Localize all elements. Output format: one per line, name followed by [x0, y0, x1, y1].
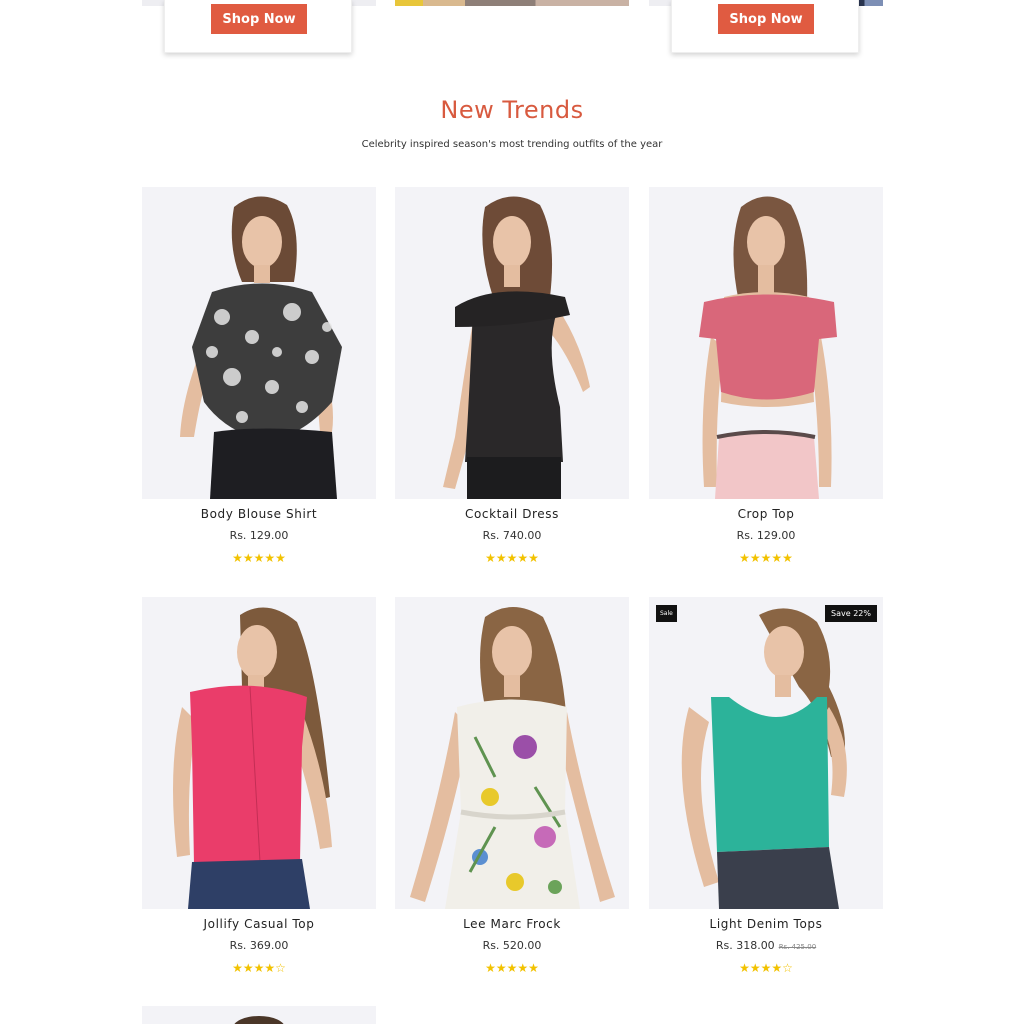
- product-image[interactable]: [142, 597, 376, 909]
- product-image[interactable]: Sale Save 22%: [649, 597, 883, 909]
- product-card[interactable]: Lee Marc Frock Rs. 520.00 ★★★★★: [395, 597, 629, 975]
- sale-badge: Sale: [656, 605, 677, 622]
- star-rating: ★★★★★: [739, 551, 793, 565]
- product-name[interactable]: Crop Top: [649, 507, 883, 521]
- product-card[interactable]: Jollify Casual Top Rs. 369.00 ★★★★☆: [142, 597, 376, 975]
- product-card[interactable]: Sale Save 22% Light Denim Tops Rs. 318.0…: [649, 597, 883, 975]
- model-photo: [173, 607, 332, 909]
- product-image[interactable]: [142, 1006, 376, 1024]
- original-price: Rs. 425.00: [778, 943, 817, 951]
- product-price-group: Rs. 318.00 Rs. 425.00: [649, 939, 883, 952]
- section-subtitle: Celebrity inspired season's most trendin…: [361, 139, 663, 150]
- shop-now-button[interactable]: Shop Now: [211, 4, 307, 34]
- star-rating: ★★★★☆: [232, 961, 286, 975]
- product-name[interactable]: Jollify Casual Top: [142, 917, 376, 931]
- discount-badge: Save 22%: [825, 605, 877, 622]
- star-rating: ★★★★★: [232, 551, 286, 565]
- product-card[interactable]: Crop Top Rs. 129.00 ★★★★★: [649, 187, 883, 565]
- product-name[interactable]: Lee Marc Frock: [395, 917, 629, 931]
- product-price: Rs. 129.00: [736, 529, 796, 542]
- model-photo: [443, 196, 590, 499]
- product-name[interactable]: Body Blouse Shirt: [142, 507, 376, 521]
- product-image[interactable]: [395, 597, 629, 909]
- product-image[interactable]: [649, 187, 883, 499]
- product-card[interactable]: [142, 1006, 376, 1024]
- product-image[interactable]: [142, 187, 376, 499]
- promo-card-right: Shop Now: [671, 0, 859, 53]
- product-card[interactable]: Body Blouse Shirt Rs. 129.00 ★★★★★: [142, 187, 376, 565]
- model-photo: [410, 607, 615, 909]
- product-name[interactable]: Cocktail Dress: [395, 507, 629, 521]
- model-photo: [180, 196, 342, 499]
- product-price: Rs. 318.00: [715, 939, 775, 952]
- star-rating: ★★★★☆: [739, 961, 793, 975]
- model-photo: [699, 196, 837, 499]
- product-price: Rs. 520.00: [482, 939, 542, 952]
- product-card[interactable]: Cocktail Dress Rs. 740.00 ★★★★★: [395, 187, 629, 565]
- model-photo: [234, 1016, 284, 1024]
- product-price: Rs. 740.00: [482, 529, 542, 542]
- section-title: New Trends: [440, 96, 584, 124]
- model-photo: [681, 608, 847, 909]
- promo-card-left: Shop Now: [164, 0, 352, 53]
- product-price: Rs. 129.00: [229, 529, 289, 542]
- product-price: Rs. 369.00: [229, 939, 289, 952]
- star-rating: ★★★★★: [485, 551, 539, 565]
- product-name[interactable]: Light Denim Tops: [649, 917, 883, 931]
- banner-image-middle: [395, 0, 629, 6]
- shop-now-button[interactable]: Shop Now: [718, 4, 814, 34]
- star-rating: ★★★★★: [485, 961, 539, 975]
- product-image[interactable]: [395, 187, 629, 499]
